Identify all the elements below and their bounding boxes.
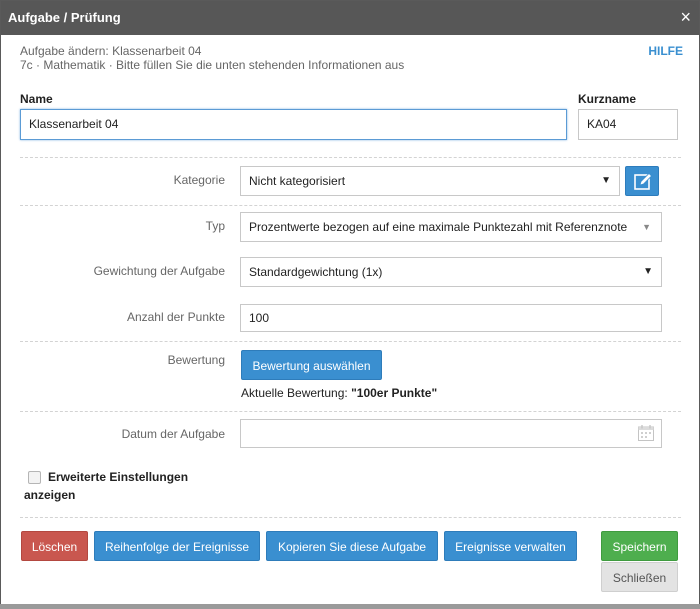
caret-down-icon: ▼ bbox=[643, 266, 653, 277]
divider bbox=[20, 517, 681, 518]
current-rating: Aktuelle Bewertung: "100er Punkte" bbox=[241, 386, 437, 400]
copy-task-button[interactable]: Kopieren Sie diese Aufgabe bbox=[266, 531, 438, 561]
dialog-title: Aufgabe / Prüfung bbox=[8, 10, 121, 25]
current-rating-prefix: Aktuelle Bewertung: bbox=[241, 386, 348, 400]
divider bbox=[20, 411, 681, 412]
divider bbox=[20, 205, 681, 206]
name-input[interactable]: Klassenarbeit 04 bbox=[20, 109, 567, 140]
category-value: Nicht kategorisiert bbox=[249, 174, 346, 188]
select-rating-button[interactable]: Bewertung auswählen bbox=[241, 350, 382, 380]
rating-label: Bewertung bbox=[167, 353, 225, 367]
date-input[interactable] bbox=[240, 419, 662, 448]
type-label: Typ bbox=[205, 219, 225, 233]
category-label: Kategorie bbox=[173, 173, 225, 187]
task-dialog: Aufgabe / Prüfung × Aufgabe ändern: Klas… bbox=[0, 0, 700, 606]
advanced-settings-label-cont[interactable]: anzeigen bbox=[24, 488, 75, 502]
help-link[interactable]: HILFE bbox=[648, 44, 683, 58]
type-value: Prozentwerte bezogen auf eine maximale P… bbox=[249, 220, 628, 234]
points-label: Anzahl der Punkte bbox=[126, 310, 225, 324]
save-button[interactable]: Speichern bbox=[601, 531, 678, 561]
caret-down-icon: ▼ bbox=[601, 175, 611, 186]
close-icon[interactable]: × bbox=[680, 7, 691, 27]
short-name-input[interactable]: KA04 bbox=[578, 109, 678, 140]
dialog-subtitle: Aufgabe ändern: Klassenarbeit 04 bbox=[20, 44, 202, 58]
close-button[interactable]: Schließen bbox=[601, 562, 678, 592]
date-label: Datum der Aufgabe bbox=[121, 427, 225, 441]
event-order-button[interactable]: Reihenfolge der Ereignisse bbox=[94, 531, 260, 561]
dialog-subtitle-info: 7c · Mathematik · Bitte füllen Sie die u… bbox=[20, 58, 405, 72]
points-input[interactable]: 100 bbox=[240, 304, 662, 332]
current-rating-value: "100er Punkte" bbox=[351, 386, 438, 400]
edit-category-button[interactable] bbox=[625, 166, 659, 196]
weight-select[interactable]: Standardgewichtung (1x) ▼ bbox=[240, 257, 662, 287]
name-label: Name bbox=[20, 92, 53, 106]
advanced-settings-label[interactable]: Erweiterte Einstellungen bbox=[48, 470, 188, 484]
manage-events-button[interactable]: Ereignisse verwalten bbox=[444, 531, 577, 561]
delete-button[interactable]: Löschen bbox=[21, 531, 88, 561]
advanced-settings-checkbox[interactable] bbox=[28, 471, 41, 484]
short-name-label: Kurzname bbox=[578, 92, 637, 106]
divider bbox=[20, 341, 681, 342]
dialog-titlebar: Aufgabe / Prüfung × bbox=[1, 1, 699, 35]
category-select[interactable]: Nicht kategorisiert ▼ bbox=[240, 166, 620, 196]
weight-value: Standardgewichtung (1x) bbox=[249, 265, 383, 279]
edit-icon bbox=[634, 172, 653, 190]
weight-label: Gewichtung der Aufgabe bbox=[93, 264, 225, 278]
divider bbox=[20, 157, 681, 158]
calendar-icon[interactable] bbox=[637, 424, 655, 442]
window-bottom-edge bbox=[0, 604, 700, 609]
caret-down-icon: ▼ bbox=[642, 222, 651, 232]
type-select[interactable]: Prozentwerte bezogen auf eine maximale P… bbox=[240, 212, 662, 242]
